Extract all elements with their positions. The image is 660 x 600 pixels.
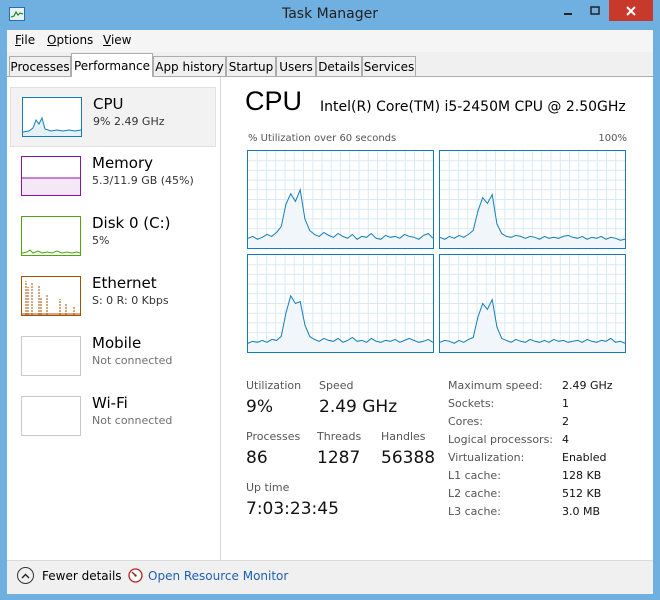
prop-sockets-label: Sockets:: [448, 397, 495, 410]
core-graph-1-chart: [440, 151, 625, 248]
sidebar-disk-sub: 5%: [92, 234, 110, 247]
tab-services[interactable]: Services: [362, 56, 416, 76]
tab-details[interactable]: Details: [316, 56, 362, 76]
prop-l3-cache-label: L3 cache:: [448, 505, 501, 518]
sidebar-item-ethernet[interactable]: Ethernet S: 0 R: 0 Kbps: [10, 267, 216, 327]
threads-value: 1287: [317, 448, 361, 468]
menu-view[interactable]: View: [103, 33, 131, 47]
tab-users[interactable]: Users: [276, 56, 316, 76]
graph-max-label: 100%: [598, 133, 627, 144]
sidebar-item-cpu[interactable]: CPU 9% 2.49 GHz: [10, 87, 216, 147]
memory-thumbnail-graph: [21, 156, 81, 196]
wifi-thumbnail-graph: [21, 396, 81, 436]
prop-virtualization-value: Enabled: [562, 451, 607, 464]
sidebar-item-disk[interactable]: Disk 0 (C:) 5%: [10, 207, 216, 267]
graph-caption: % Utilization over 60 seconds: [248, 133, 397, 144]
performance-panel: CPU 9% 2.49 GHz Memory 5.3/11.9 GB (45%): [7, 77, 653, 560]
core-graph-0-chart: [248, 151, 433, 248]
speed-value: 2.49 GHz: [319, 397, 398, 417]
chevron-up-glyph: [21, 573, 30, 578]
prop-l1-cache-value: 128 KB: [562, 469, 602, 482]
prop-l3-cache-value: 3.0 MB: [562, 505, 601, 518]
menu-options[interactable]: Options: [47, 33, 93, 47]
menu-bar: File Options View: [7, 30, 653, 52]
footer-bar: Fewer details Open Resource Monitor: [7, 560, 653, 594]
title-bar[interactable]: Task Manager: [0, 0, 660, 30]
sidebar-ethernet-name: Ethernet: [92, 274, 157, 292]
processes-label: Processes: [246, 430, 301, 443]
sidebar-mobile-name: Mobile: [92, 334, 142, 352]
utilization-label: Utilization: [246, 379, 302, 392]
sidebar-item-wifi[interactable]: Wi-Fi Not connected: [10, 387, 216, 447]
sidebar-ethernet-sub: S: 0 R: 0 Kbps: [92, 294, 169, 307]
prop-l2-cache-label: L2 cache:: [448, 487, 501, 500]
core-graph-0: [247, 150, 434, 249]
disk-thumbnail-chart: [22, 249, 80, 254]
speed-label: Speed: [319, 379, 354, 392]
prop-logical-processors-value: 4: [562, 433, 569, 446]
close-button[interactable]: [609, 0, 653, 21]
open-resource-monitor-link[interactable]: Open Resource Monitor: [148, 569, 288, 583]
prop-max-speed-value: 2.49 GHz: [562, 379, 613, 392]
prop-cores-value: 2: [562, 415, 569, 428]
disk-thumbnail-graph: [21, 216, 81, 256]
uptime-value: 7:03:23:45: [246, 499, 339, 519]
prop-logical-processors-label: Logical processors:: [448, 433, 554, 446]
cpu-thumbnail-chart: [23, 116, 81, 136]
prop-max-speed-label: Maximum speed:: [448, 379, 543, 392]
prop-sockets-value: 1: [562, 397, 569, 410]
tab-strip: Processes Performance App history Startu…: [7, 52, 653, 77]
core-graph-2-chart: [248, 255, 433, 352]
prop-virtualization-label: Virtualization:: [448, 451, 525, 464]
memory-thumbnail-chart: [22, 177, 80, 195]
sidebar-cpu-name: CPU: [93, 95, 124, 113]
ethernet-thumbnail-chart: [22, 281, 80, 315]
tab-app-history[interactable]: App history: [153, 56, 226, 76]
cpu-model-name: Intel(R) Core(TM) i5-2450M CPU @ 2.50GHz: [320, 99, 626, 115]
core-graph-1: [439, 150, 626, 249]
chevron-up-icon[interactable]: [17, 567, 34, 584]
sidebar-wifi-name: Wi-Fi: [92, 394, 128, 412]
sidebar-memory-sub: 5.3/11.9 GB (45%): [92, 174, 194, 187]
sidebar-item-mobile[interactable]: Mobile Not connected: [10, 327, 216, 387]
task-manager-window: Task Manager File Options View Processes…: [0, 0, 660, 600]
cpu-heading: CPU: [245, 86, 303, 116]
handles-value: 56388: [381, 448, 436, 468]
maximize-button[interactable]: [582, 0, 608, 21]
resource-monitor-icon[interactable]: [128, 568, 143, 583]
sidebar-wifi-sub: Not connected: [92, 414, 173, 427]
sidebar-cpu-sub: 9% 2.49 GHz: [93, 115, 165, 128]
cpu-thumbnail-graph: [22, 97, 82, 137]
utilization-value: 9%: [246, 397, 273, 417]
resource-sidebar: CPU 9% 2.49 GHz Memory 5.3/11.9 GB (45%): [7, 77, 221, 560]
fewer-details-button[interactable]: Fewer details: [42, 569, 122, 583]
tab-processes[interactable]: Processes: [9, 56, 71, 76]
core-graph-3-chart: [440, 255, 625, 352]
client-area: File Options View Processes Performance …: [7, 30, 653, 594]
maximize-icon: [590, 5, 600, 15]
menu-file[interactable]: File: [15, 33, 35, 47]
prop-l2-cache-value: 512 KB: [562, 487, 602, 500]
uptime-label: Up time: [246, 481, 290, 494]
close-icon: [626, 5, 636, 16]
core-graph-3: [439, 254, 626, 353]
prop-cores-label: Cores:: [448, 415, 483, 428]
cpu-detail-pane: CPU Intel(R) Core(TM) i5-2450M CPU @ 2.5…: [221, 77, 653, 560]
processes-value: 86: [246, 448, 268, 468]
sidebar-disk-name: Disk 0 (C:): [92, 214, 171, 232]
handles-label: Handles: [381, 430, 426, 443]
minimize-icon: [564, 12, 572, 15]
tab-startup[interactable]: Startup: [226, 56, 276, 76]
sidebar-mobile-sub: Not connected: [92, 354, 173, 367]
sidebar-item-memory[interactable]: Memory 5.3/11.9 GB (45%): [10, 147, 216, 207]
mobile-thumbnail-graph: [21, 336, 81, 376]
tab-performance[interactable]: Performance: [71, 53, 153, 77]
minimize-button[interactable]: [555, 0, 581, 21]
prop-l1-cache-label: L1 cache:: [448, 469, 501, 482]
sidebar-memory-name: Memory: [92, 154, 154, 172]
threads-label: Threads: [317, 430, 362, 443]
ethernet-thumbnail-graph: [21, 276, 81, 316]
core-graph-2: [247, 254, 434, 353]
